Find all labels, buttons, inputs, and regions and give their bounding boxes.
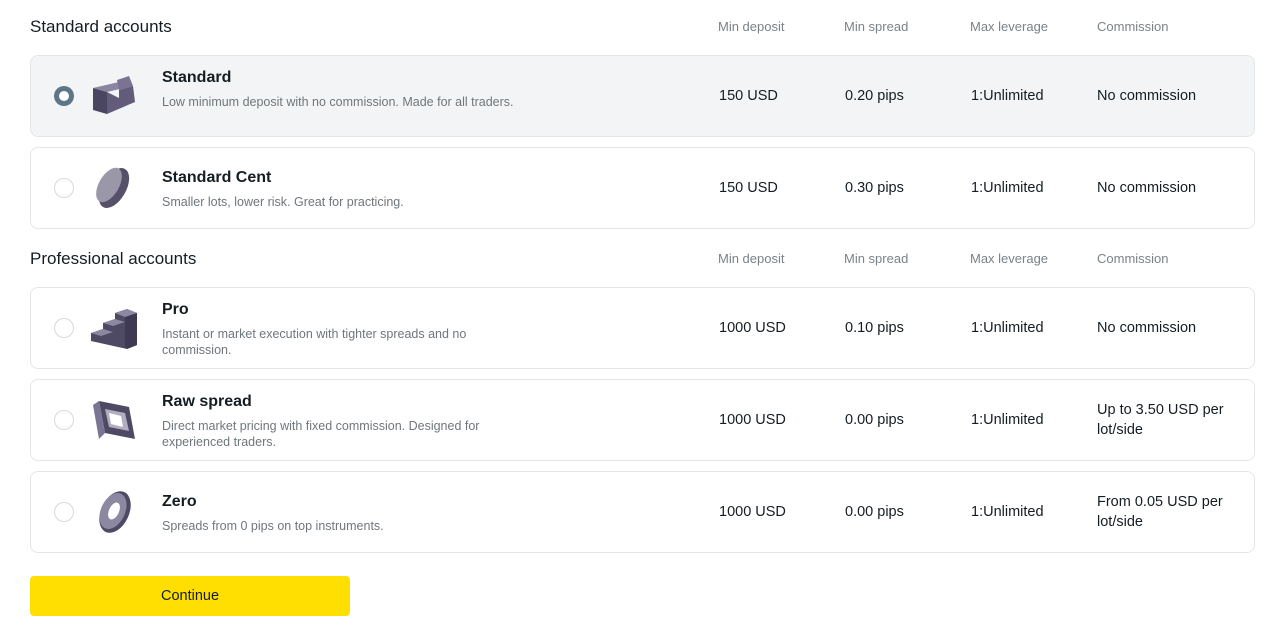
account-name: Raw spread (162, 393, 252, 410)
min-spread-value: 0.20 pips (845, 88, 904, 104)
account-name: Standard Cent (162, 169, 272, 186)
min-deposit-value: 1000 USD (719, 412, 786, 428)
commission-value: Up to 3.50 USD per lot/side (1097, 402, 1224, 438)
min-deposit-value: 1000 USD (719, 320, 786, 336)
col-commission: Commission (1097, 19, 1169, 34)
min-spread-value: 0.10 pips (845, 320, 904, 336)
account-description: Smaller lots, lower risk. Great for prac… (162, 195, 404, 209)
stairs-icon (91, 309, 137, 349)
commission-value: No commission (1097, 88, 1197, 104)
account-description: Instant or market execution with tighter… (162, 327, 467, 357)
min-deposit-value: 150 USD (719, 88, 778, 104)
col-max-leverage: Max leverage (970, 19, 1049, 34)
col-max-leverage: Max leverage (970, 251, 1049, 266)
ring-icon (99, 491, 131, 533)
account-description: Spreads from 0 pips on top instruments. (162, 519, 384, 533)
standard-accounts-header: Standard accounts Min deposit Min spread… (30, 15, 1255, 39)
section-title: Professional accounts (30, 249, 197, 268)
wedge-icon (93, 76, 135, 114)
commission-value: No commission (1097, 180, 1197, 196)
radio-standard[interactable] (54, 86, 74, 106)
commission-value: No commission (1097, 320, 1197, 336)
radio-standard-cent[interactable] (54, 178, 74, 198)
account-name: Zero (162, 493, 197, 510)
min-deposit-value: 150 USD (719, 180, 778, 196)
max-leverage-value: 1:Unlimited (971, 180, 1044, 196)
min-spread-value: 0.00 pips (845, 504, 904, 520)
col-min-spread: Min spread (844, 251, 909, 266)
account-card-standard[interactable]: Standard Low minimum deposit with no com… (30, 55, 1255, 137)
account-name: Standard (162, 69, 232, 86)
min-deposit-value: 1000 USD (719, 504, 786, 520)
col-commission: Commission (1097, 251, 1169, 266)
radio-zero[interactable] (54, 502, 74, 522)
coin-icon (96, 167, 130, 208)
commission-value: From 0.05 USD per lot/side (1097, 494, 1223, 530)
col-min-deposit: Min deposit (718, 19, 785, 34)
account-card-zero[interactable]: Zero Spreads from 0 pips on top instrume… (30, 471, 1255, 553)
max-leverage-value: 1:Unlimited (971, 320, 1044, 336)
professional-accounts-header: Professional accounts Min deposit Min sp… (30, 247, 1255, 271)
radio-raw-spread[interactable] (54, 410, 74, 430)
min-spread-value: 0.30 pips (845, 180, 904, 196)
square-frame-icon (93, 401, 135, 439)
col-min-deposit: Min deposit (718, 251, 785, 266)
account-description: Direct market pricing with fixed commiss… (162, 419, 480, 449)
radio-pro[interactable] (54, 318, 74, 338)
max-leverage-value: 1:Unlimited (971, 412, 1044, 428)
section-title: Standard accounts (30, 17, 172, 36)
max-leverage-value: 1:Unlimited (971, 504, 1044, 520)
account-card-standard-cent[interactable]: Standard Cent Smaller lots, lower risk. … (30, 147, 1255, 229)
col-min-spread: Min spread (844, 19, 909, 34)
account-name: Pro (162, 301, 189, 318)
account-description: Low minimum deposit with no commission. … (162, 95, 514, 109)
account-card-raw-spread[interactable]: Raw spread Direct market pricing with fi… (30, 379, 1255, 461)
account-card-pro[interactable]: Pro Instant or market execution with tig… (30, 287, 1255, 369)
max-leverage-value: 1:Unlimited (971, 88, 1044, 104)
continue-button[interactable]: Continue (30, 576, 350, 616)
min-spread-value: 0.00 pips (845, 412, 904, 428)
